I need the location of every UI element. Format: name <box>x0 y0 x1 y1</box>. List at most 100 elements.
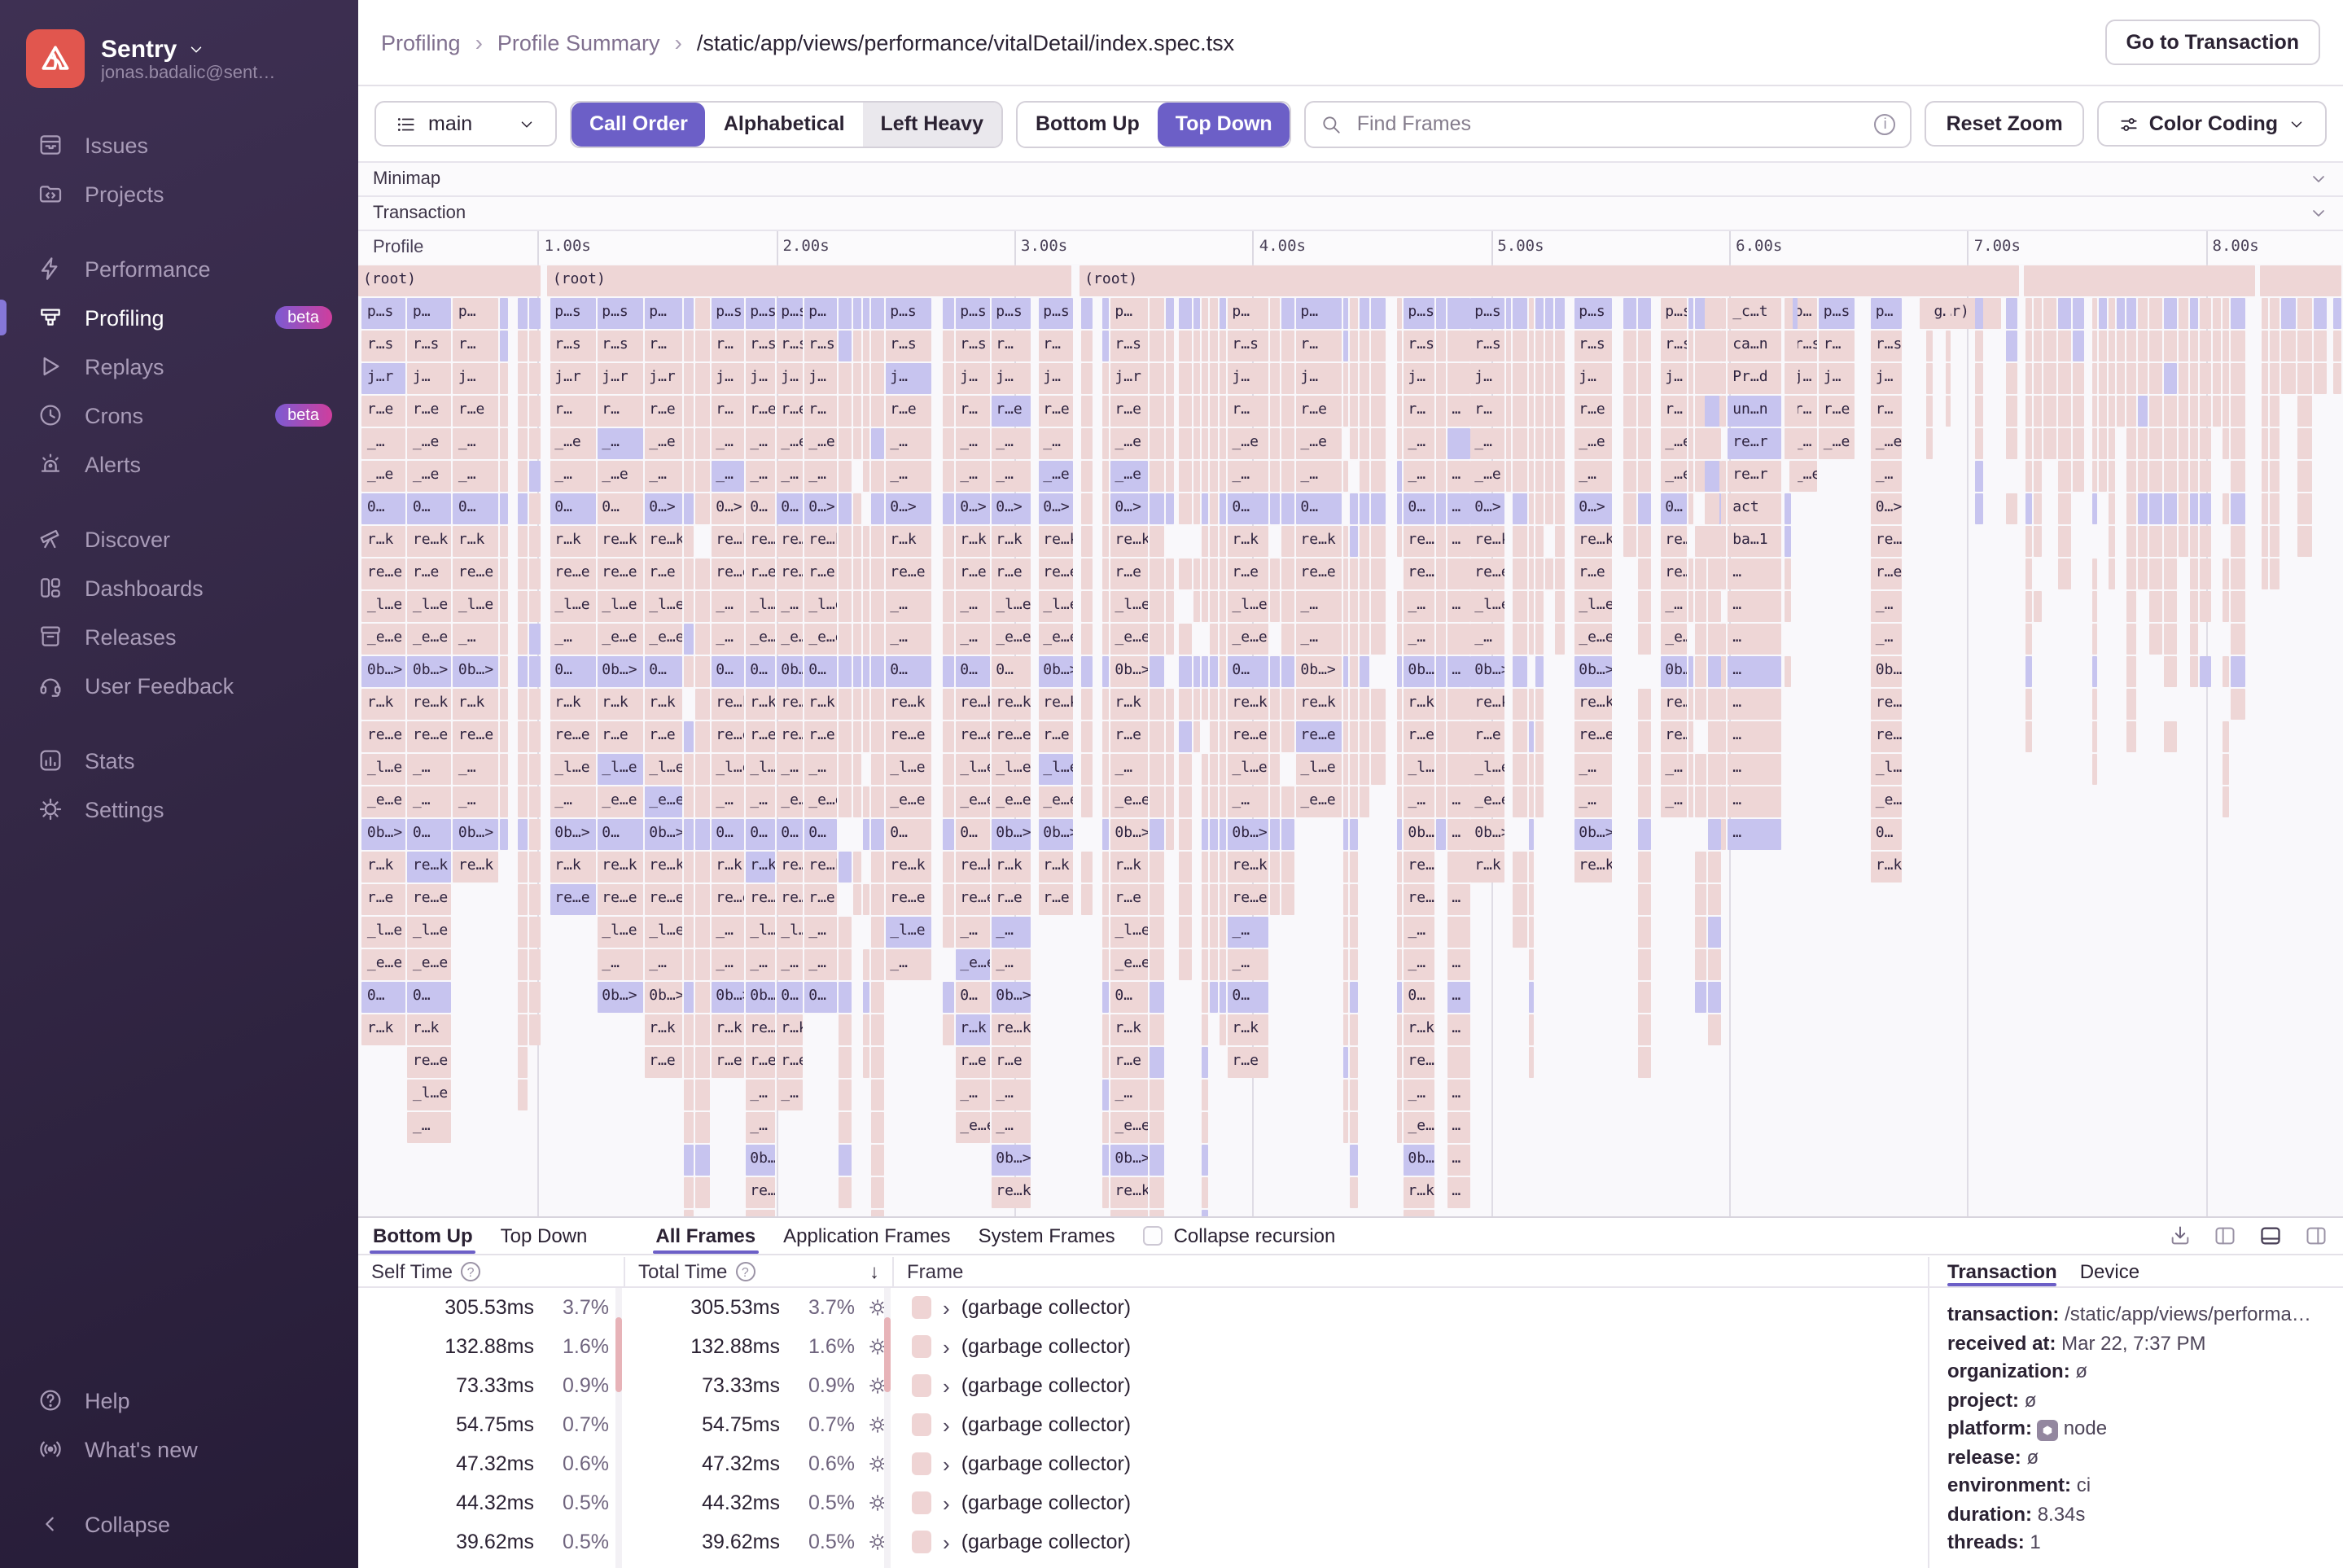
flame-frame[interactable] <box>1269 493 1279 524</box>
flame-frame[interactable]: _… <box>711 624 743 655</box>
flame-frame[interactable] <box>530 363 540 394</box>
flame-frame[interactable] <box>1528 1014 1533 1045</box>
flame-frame[interactable] <box>1281 721 1294 752</box>
flame-frame[interactable]: r…s <box>550 331 595 361</box>
flame-frame[interactable] <box>1342 1112 1347 1143</box>
flame-frame[interactable]: _l…e <box>1038 591 1072 622</box>
flame-frame[interactable] <box>2025 331 2032 361</box>
flame-frame[interactable]: re…k <box>453 852 499 883</box>
flame-frame[interactable] <box>2025 526 2032 557</box>
flame-frame[interactable]: r… <box>711 396 743 427</box>
flame-frame[interactable] <box>1370 331 1385 361</box>
flame-frame[interactable] <box>1165 558 1173 589</box>
flame-frame[interactable] <box>2164 331 2177 361</box>
flame-frame[interactable]: _l…e <box>1110 917 1147 948</box>
flame-frame[interactable]: … <box>1447 1014 1469 1045</box>
flame-frame[interactable]: … <box>1728 558 1781 589</box>
flame-frame[interactable]: j… <box>1871 363 1902 394</box>
flame-frame[interactable] <box>1694 786 1706 817</box>
flame-frame[interactable]: re…k <box>1295 526 1341 557</box>
flame-frame[interactable] <box>1149 917 1163 948</box>
flame-frame[interactable] <box>1637 982 1650 1013</box>
flame-frame[interactable] <box>1349 396 1357 427</box>
flame-frame[interactable] <box>1946 363 1951 394</box>
flame-frame[interactable] <box>870 1145 883 1176</box>
flame-frame[interactable]: r…k <box>644 689 681 720</box>
flame-frame[interactable]: 0… <box>1871 819 1902 850</box>
flame-frame[interactable]: _… <box>955 917 989 948</box>
flame-frame[interactable]: re…e <box>408 1047 452 1078</box>
flame-frame[interactable] <box>838 1080 851 1110</box>
flame-frame[interactable]: 0… <box>776 819 802 850</box>
flame-frame[interactable] <box>1721 721 1726 752</box>
flame-frame[interactable] <box>1688 396 1693 427</box>
flame-frame[interactable] <box>1396 852 1401 883</box>
flame-frame[interactable] <box>2117 331 2125 361</box>
flame-frame[interactable] <box>2058 363 2071 394</box>
flame-frame[interactable] <box>530 819 540 850</box>
flame-frame[interactable] <box>1694 298 1706 329</box>
flame-frame[interactable] <box>683 754 693 785</box>
flame-frame[interactable] <box>1637 331 1650 361</box>
flame-frame[interactable] <box>838 298 851 329</box>
flame-frame[interactable] <box>1193 331 1199 361</box>
flame-frame[interactable] <box>2297 526 2312 557</box>
flame-frame[interactable] <box>1926 331 1933 361</box>
flame-frame[interactable]: r…e <box>644 1047 681 1078</box>
flame-frame[interactable] <box>1785 396 1791 427</box>
flame-frame[interactable]: … <box>1728 786 1781 817</box>
flame-frame[interactable] <box>1396 917 1401 948</box>
flame-frame[interactable] <box>2190 591 2198 622</box>
flame-frame[interactable] <box>1349 624 1357 655</box>
flame-frame[interactable] <box>1435 689 1445 720</box>
flame-frame[interactable] <box>2149 396 2162 427</box>
flame-frame[interactable] <box>1688 558 1693 589</box>
flame-frame[interactable] <box>1165 493 1173 524</box>
flame-frame[interactable] <box>1396 363 1401 394</box>
flame-frame[interactable]: 0… <box>362 982 406 1013</box>
flame-frame[interactable] <box>1705 493 1719 524</box>
flame-frame[interactable] <box>1149 428 1163 459</box>
flame-frame[interactable] <box>694 1080 709 1110</box>
flame-frame[interactable] <box>1269 558 1279 589</box>
flame-frame[interactable]: 0b…> <box>991 982 1030 1013</box>
flame-frame[interactable]: r…s <box>1574 331 1611 361</box>
flame-frame[interactable] <box>1201 656 1207 687</box>
flame-frame[interactable] <box>1149 1080 1163 1110</box>
flame-frame[interactable] <box>838 689 851 720</box>
flame-frame[interactable]: _… <box>711 786 743 817</box>
flame-frame[interactable] <box>2092 591 2097 622</box>
flame-frame[interactable] <box>1349 1080 1357 1110</box>
flame-frame[interactable] <box>1178 396 1191 427</box>
flame-frame[interactable] <box>1396 298 1401 329</box>
flame-frame[interactable] <box>1447 558 1469 589</box>
flame-frame[interactable] <box>1707 852 1722 883</box>
flame-frame[interactable]: re…e <box>1227 884 1268 915</box>
flame-frame[interactable] <box>1349 558 1357 589</box>
flame-frame[interactable] <box>1370 298 1385 329</box>
flame-frame[interactable]: _e…e <box>885 786 931 817</box>
flame-frame[interactable] <box>838 363 851 394</box>
flame-frame[interactable] <box>1269 656 1279 687</box>
flame-frame[interactable] <box>2043 428 2056 459</box>
flame-frame[interactable]: _e…e <box>991 624 1030 655</box>
layout-right-icon[interactable] <box>2304 1224 2328 1247</box>
flame-frame[interactable]: _e…e <box>1038 786 1072 817</box>
flame-frame[interactable] <box>1946 298 1951 329</box>
flame-frame[interactable] <box>1544 558 1553 589</box>
flame-frame[interactable] <box>870 1080 883 1110</box>
flame-frame[interactable] <box>1165 624 1173 655</box>
flame-frame[interactable] <box>1209 428 1217 459</box>
flame-frame[interactable] <box>694 1177 709 1208</box>
flame-frame[interactable]: re…k <box>804 526 836 557</box>
flame-frame[interactable]: 0b…> <box>408 656 452 687</box>
flame-frame[interactable]: _… <box>745 786 774 817</box>
flame-frame[interactable]: re…e <box>776 884 802 915</box>
flame-frame[interactable]: r…k <box>745 852 774 883</box>
flame-frame[interactable] <box>2200 461 2211 492</box>
flame-frame[interactable] <box>2164 656 2177 687</box>
flame-frame[interactable] <box>2297 331 2312 361</box>
flame-frame[interactable] <box>2073 298 2084 329</box>
flame-frame[interactable]: 0b…> <box>1574 656 1611 687</box>
flame-frame[interactable] <box>2164 493 2177 524</box>
